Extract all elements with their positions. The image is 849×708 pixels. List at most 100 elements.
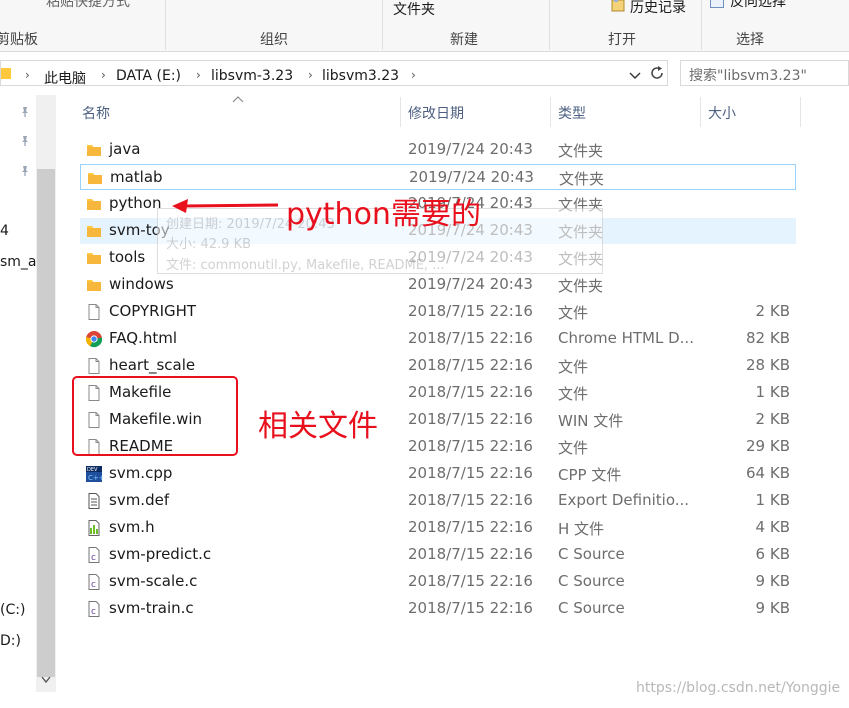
file-row[interactable]: FAQ.html 2018/7/15 22:16 Chrome HTML D... 8…: [80, 326, 796, 352]
pin-icon[interactable]: [19, 165, 31, 177]
file-date: 2018/7/15 22:16: [408, 572, 533, 590]
file-size: 9 KB: [755, 599, 790, 617]
devcpp-icon: DEV C++: [85, 465, 105, 483]
file-name: svm-predict.c: [109, 545, 212, 563]
breadcrumb-data-drive[interactable]: DATA (E:): [116, 68, 181, 84]
tooltip-line: 文件: commonutil.py, Makefile, README, ...: [166, 258, 445, 273]
file-row[interactable]: c svm-scale.c 2018/7/15 22:16 C Source 9 KB: [80, 569, 796, 595]
file-name: java: [109, 140, 141, 158]
pin-icon[interactable]: [19, 135, 31, 147]
file-date: 2018/7/15 22:16: [408, 356, 533, 374]
file-name: tools: [109, 248, 146, 266]
column-header-type[interactable]: 类型: [558, 103, 586, 123]
ribbon-separator: [549, 0, 550, 50]
file-row[interactable]: COPYRIGHT 2018/7/15 22:16 文件 2 KB: [80, 299, 796, 325]
file-name: heart_scale: [109, 356, 196, 374]
file-date: 2018/7/15 22:16: [408, 518, 533, 536]
breadcrumb-chevron-icon[interactable]: ›: [25, 68, 30, 82]
pin-icon[interactable]: [19, 106, 31, 118]
file-type: H 文件: [558, 520, 605, 538]
group-organize-label: 组织: [260, 32, 288, 48]
file-date: 2018/7/15 22:16: [408, 329, 533, 347]
nav-scrollbar[interactable]: [36, 95, 56, 692]
file-type: 文件: [558, 304, 589, 322]
file-row[interactable]: c svm-predict.c 2018/7/15 22:16 C Source 6 K…: [80, 542, 796, 568]
history-button[interactable]: 历史记录: [630, 0, 686, 17]
file-date: 2019/7/24 20:43: [408, 275, 533, 293]
file-row[interactable]: java 2019/7/24 20:43 文件夹: [80, 137, 796, 163]
breadcrumb-libsvm-323[interactable]: libsvm-3.23: [211, 68, 293, 84]
paste-shortcut-button[interactable]: 粘贴快捷方式: [46, 0, 130, 11]
column-divider[interactable]: [700, 97, 701, 127]
c-source-icon: c: [85, 600, 103, 618]
svg-text:DEV: DEV: [87, 467, 98, 473]
group-new-label: 新建: [450, 32, 478, 48]
annotation-highlight-box: [72, 376, 238, 456]
folder-icon: [85, 249, 103, 267]
column-divider[interactable]: [550, 97, 551, 127]
breadcrumb-this-pc[interactable]: 此电脑: [44, 68, 86, 88]
column-header-date[interactable]: 修改日期: [408, 103, 464, 123]
scroll-down-icon[interactable]: [41, 676, 51, 687]
search-input[interactable]: 搜索"libsvm3.23": [680, 60, 849, 86]
nav-item[interactable]: sm_a: [0, 254, 37, 270]
breadcrumb-libsvm3-23[interactable]: libsvm3.23: [322, 68, 399, 84]
nav-item[interactable]: 4: [0, 223, 9, 239]
svg-text:c: c: [91, 580, 96, 590]
file-row[interactable]: windows 2019/7/24 20:43 文件夹: [80, 272, 796, 298]
c-source-icon: c: [85, 573, 103, 591]
breadcrumb-chevron-icon[interactable]: ›: [196, 68, 201, 82]
file-row[interactable]: matlab 2019/7/24 20:43 文件夹: [80, 164, 796, 190]
breadcrumb-chevron-icon[interactable]: ›: [101, 68, 106, 82]
file-type: 文件夹: [558, 277, 604, 295]
file-type: WIN 文件: [558, 412, 624, 430]
breadcrumb-chevron-icon[interactable]: ›: [411, 68, 416, 82]
file-size: 29 KB: [746, 437, 790, 455]
file-row[interactable]: c svm-train.c 2018/7/15 22:16 C Source 9 KB: [80, 596, 796, 622]
file-date: 2019/7/24 20:43: [408, 140, 533, 158]
folder-icon: [85, 222, 103, 240]
group-open-label: 打开: [608, 32, 636, 48]
file-name: COPYRIGHT: [109, 302, 197, 320]
ribbon-separator: [701, 0, 702, 50]
file-row[interactable]: svm.h 2018/7/15 22:16 H 文件 4 KB: [80, 515, 796, 541]
invert-selection-button[interactable]: 反向选择: [730, 0, 786, 11]
file-size: 1 KB: [755, 383, 790, 401]
file-date: 2018/7/15 22:16: [408, 545, 533, 563]
annotation-files-note: 相关文件: [258, 409, 378, 444]
new-folder-button[interactable]: 文件夹: [393, 0, 435, 19]
group-select-label: 选择: [736, 32, 764, 48]
file-name: svm.h: [109, 518, 155, 536]
file-name: matlab: [110, 168, 163, 186]
file-size: 82 KB: [746, 329, 790, 347]
address-bar[interactable]: › 此电脑 › DATA (E:) › libsvm-3.23 › libsvm…: [0, 60, 668, 88]
column-header-name[interactable]: 名称: [82, 103, 110, 123]
file-row[interactable]: svm.def 2018/7/15 22:16 Export Definitio..…: [80, 488, 796, 514]
nav-item-drive-d[interactable]: D:): [0, 633, 21, 649]
column-divider[interactable]: [800, 97, 801, 127]
folder-icon: [85, 195, 103, 213]
file-date: 2018/7/15 22:16: [408, 437, 533, 455]
address-dropdown-icon[interactable]: [629, 69, 641, 79]
file-date: 2019/7/24 20:43: [409, 168, 534, 186]
nav-item-drive-c[interactable]: (C:): [0, 602, 25, 618]
file-name: svm-train.c: [109, 599, 194, 617]
refresh-icon[interactable]: [648, 64, 666, 82]
file-date: 2018/7/15 22:16: [408, 410, 533, 428]
column-header-size[interactable]: 大小: [708, 103, 736, 123]
column-divider[interactable]: [400, 97, 401, 127]
file-type: Export Definitio...: [558, 491, 690, 509]
file-size: 2 KB: [755, 410, 790, 428]
file-type: 文件: [558, 358, 589, 376]
file-size: 4 KB: [755, 518, 790, 536]
file-date: 2018/7/15 22:16: [408, 491, 533, 509]
watermark: https://blog.csdn.net/Yonggie: [636, 680, 841, 696]
folder-icon: [85, 276, 103, 294]
file-type: 文件夹: [558, 142, 604, 160]
file-row[interactable]: DEV C++ svm.cpp 2018/7/15 22:16 CPP 文件 64 KB: [80, 461, 796, 487]
tooltip-line: 大小: 42.9 KB: [166, 237, 252, 252]
nav-scrollbar-thumb[interactable]: [37, 169, 55, 677]
breadcrumb-chevron-icon[interactable]: ›: [308, 68, 313, 82]
address-bar-row: › 此电脑 › DATA (E:) › libsvm-3.23 › libsvm…: [0, 57, 849, 89]
folder-icon: [1, 66, 11, 80]
